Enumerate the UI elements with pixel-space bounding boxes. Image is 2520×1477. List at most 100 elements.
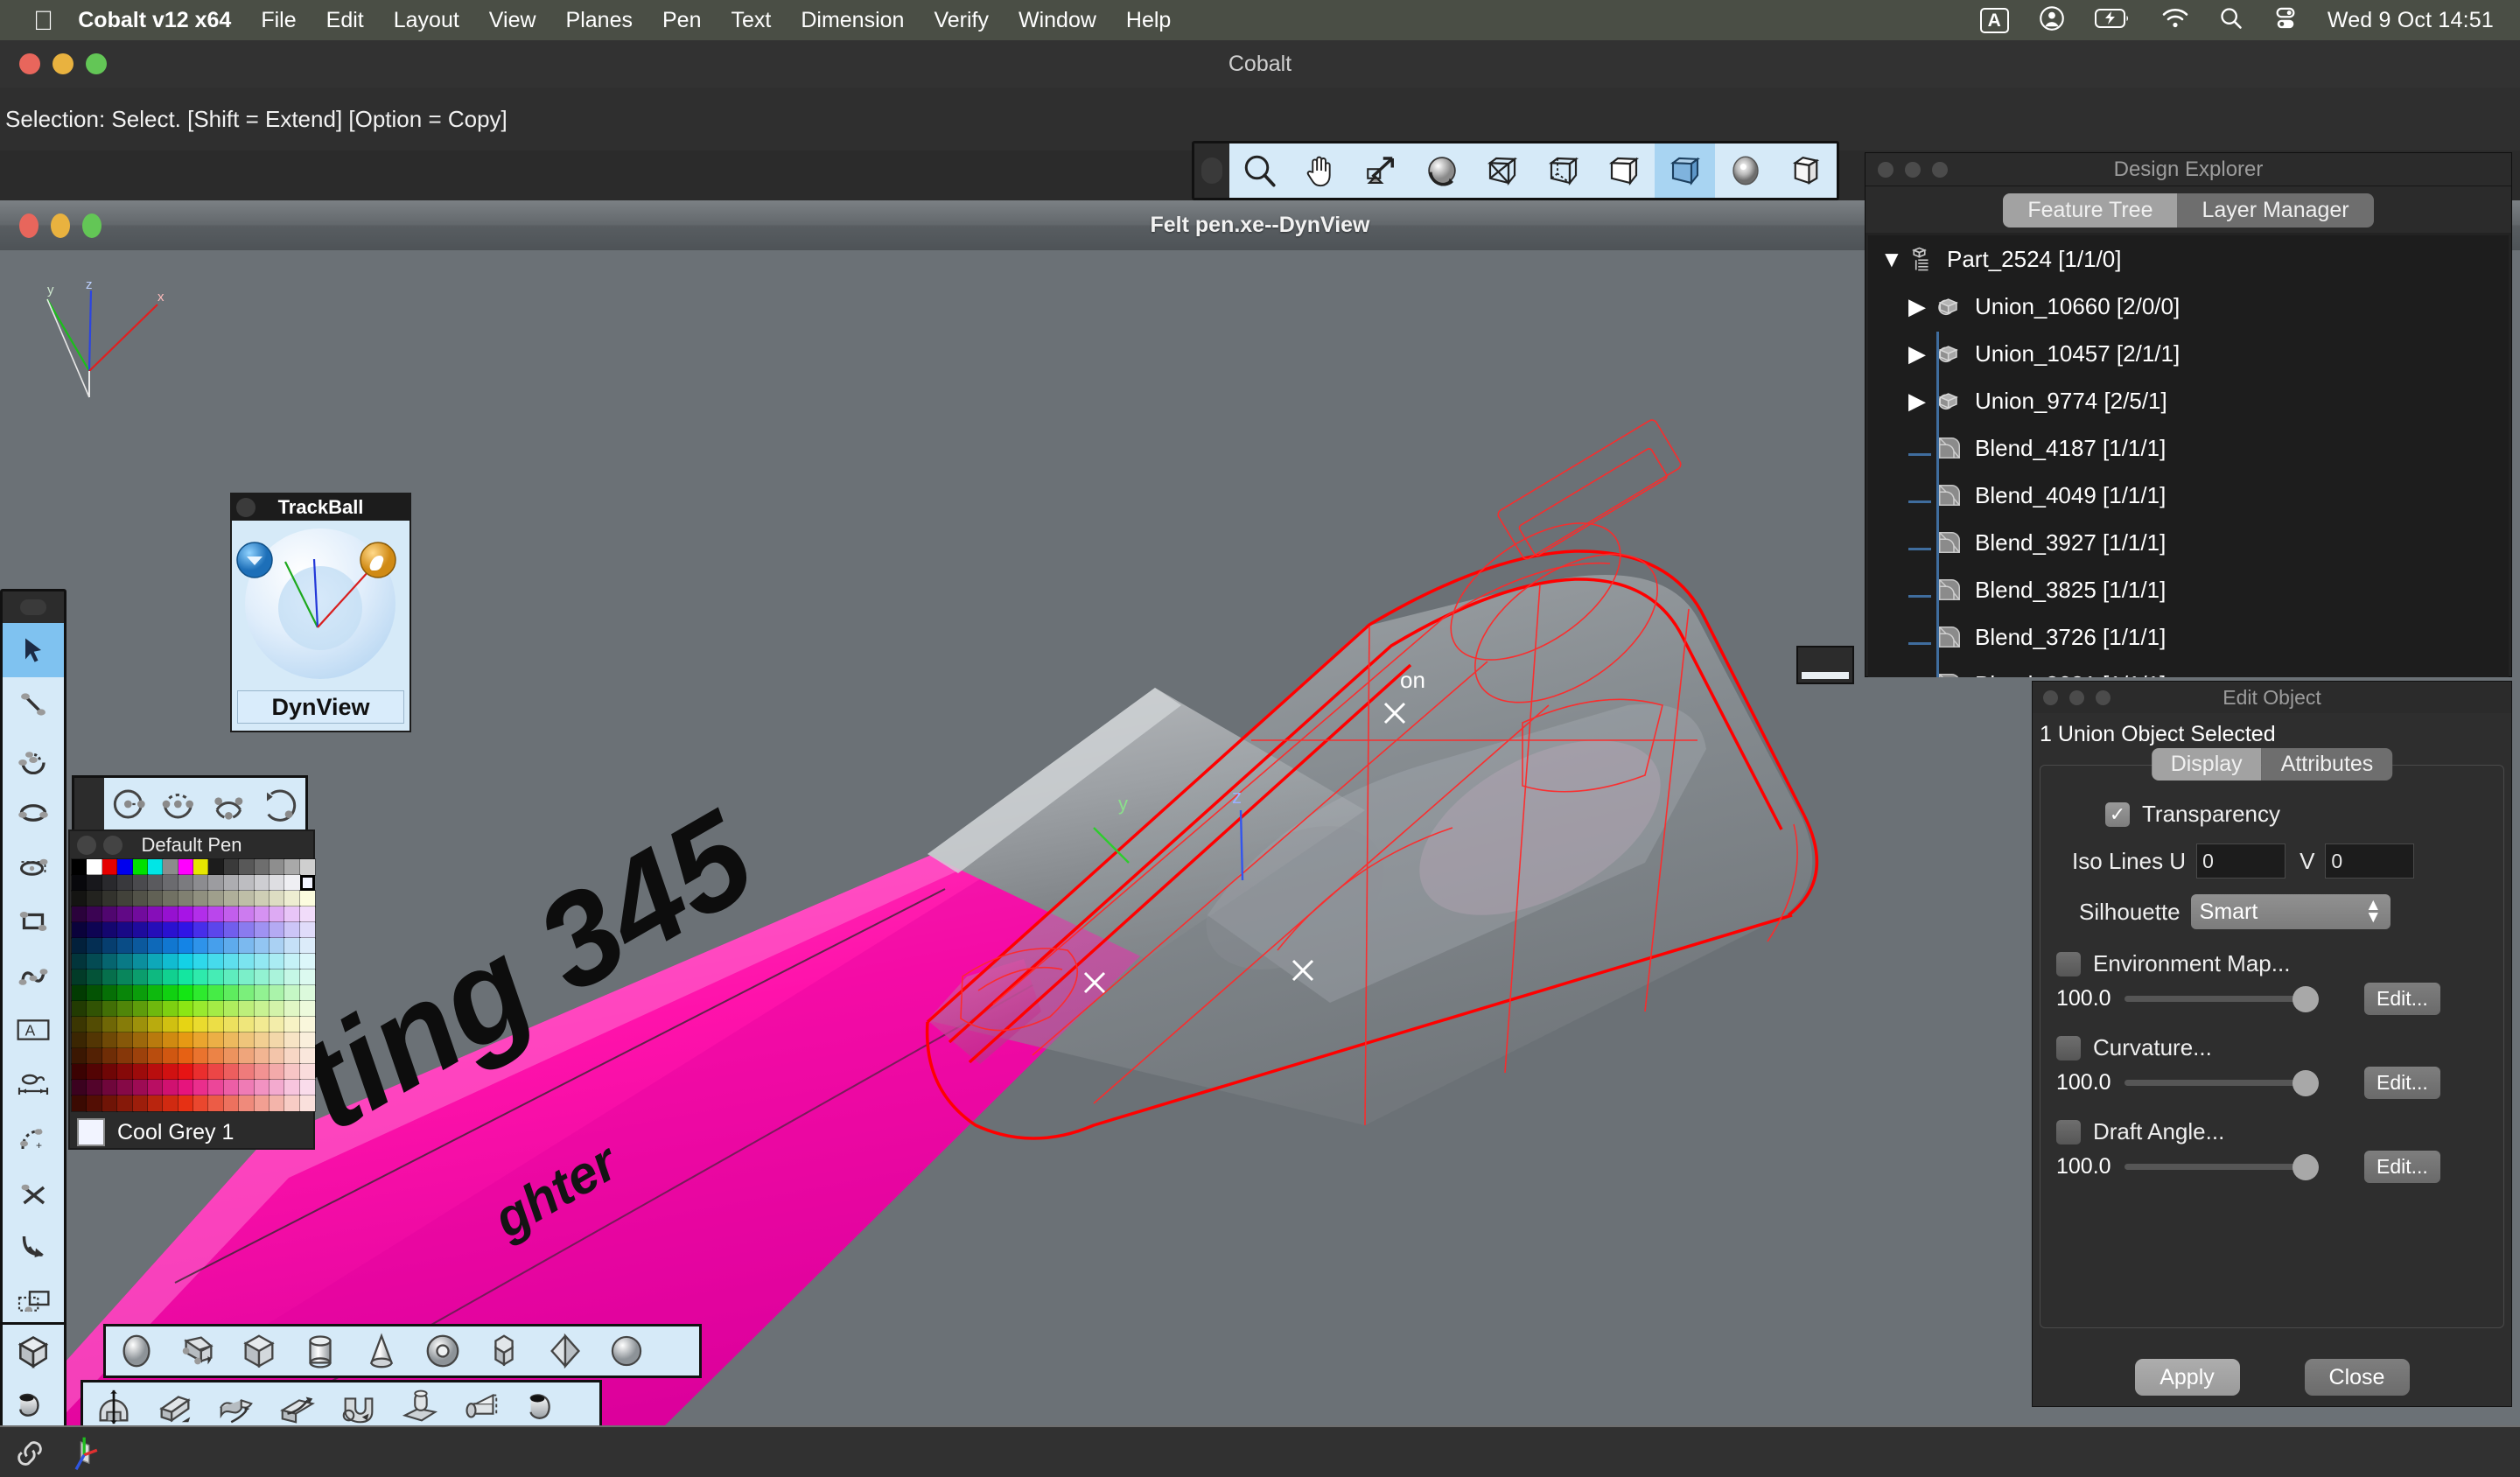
color-swatch[interactable] (207, 921, 225, 939)
color-swatch[interactable] (147, 969, 164, 986)
color-swatch[interactable] (269, 1000, 285, 1018)
color-swatch[interactable] (86, 1047, 103, 1065)
color-swatch[interactable] (131, 1063, 149, 1081)
close-button-edit-object[interactable]: Close (2304, 1359, 2410, 1396)
color-swatch[interactable] (299, 969, 316, 986)
color-swatch[interactable] (131, 858, 149, 876)
arc-tool-button[interactable] (3, 732, 64, 786)
draft-angle-slider-knob[interactable] (2292, 1154, 2319, 1180)
color-swatch[interactable] (207, 1095, 225, 1112)
color-swatch[interactable] (299, 1016, 316, 1033)
draft-angle-checkbox[interactable] (2056, 1119, 2081, 1144)
color-swatch[interactable] (238, 874, 256, 892)
menu-item-help[interactable]: Help (1126, 8, 1171, 33)
color-swatch[interactable] (71, 890, 88, 907)
menu-item-file[interactable]: File (261, 8, 296, 33)
color-swatch[interactable] (299, 984, 316, 1002)
color-swatch[interactable] (253, 937, 270, 955)
transparency-checkbox[interactable]: ✓ (2105, 802, 2130, 827)
color-swatch[interactable] (238, 1063, 256, 1081)
color-swatch[interactable] (86, 1095, 103, 1112)
color-swatch[interactable] (71, 1032, 88, 1049)
color-swatch[interactable] (116, 890, 134, 907)
pan-tool-button[interactable] (1290, 144, 1351, 198)
color-swatch[interactable] (269, 937, 285, 955)
color-swatch[interactable] (147, 890, 164, 907)
skin-icon[interactable] (267, 1382, 328, 1425)
protrusion-icon[interactable] (389, 1382, 451, 1425)
tab-display[interactable]: Display (2151, 748, 2262, 780)
color-swatch[interactable] (253, 1000, 270, 1018)
color-swatch[interactable] (207, 1047, 225, 1065)
color-swatch[interactable] (116, 1000, 134, 1018)
hidden-line-view-button[interactable] (1533, 144, 1594, 198)
color-swatch[interactable] (223, 1016, 240, 1033)
draft-angle-edit-button[interactable]: Edit... (2364, 1151, 2440, 1183)
menubar-clock[interactable]: Wed 9 Oct 14:51 (2328, 8, 2494, 33)
menu-item-window[interactable]: Window (1018, 8, 1096, 33)
color-swatch[interactable] (253, 874, 270, 892)
color-swatch[interactable] (299, 953, 316, 970)
color-swatch[interactable] (269, 1032, 285, 1049)
toolbar-drag-handle[interactable] (1194, 144, 1229, 198)
color-swatch[interactable] (86, 937, 103, 955)
tree-row[interactable]: ▼ Part_2524 [1/1/0] (1868, 235, 2509, 283)
color-swatch[interactable] (238, 1000, 256, 1018)
color-swatch[interactable] (253, 1032, 270, 1049)
color-swatch[interactable] (223, 953, 240, 970)
color-swatch[interactable] (207, 906, 225, 923)
tab-feature-tree[interactable]: Feature Tree (2003, 193, 2178, 228)
color-swatch[interactable] (207, 890, 225, 907)
snap-two-point-icon[interactable] (155, 778, 206, 830)
color-swatch[interactable] (192, 1047, 209, 1065)
color-swatch[interactable] (284, 890, 301, 907)
color-swatch[interactable] (71, 1000, 88, 1018)
torus-primitive-icon[interactable] (412, 1326, 473, 1376)
color-swatch[interactable] (86, 906, 103, 923)
color-swatch[interactable] (269, 1095, 285, 1112)
color-swatch[interactable] (284, 937, 301, 955)
color-swatch[interactable] (299, 890, 316, 907)
color-swatch[interactable] (284, 1063, 301, 1081)
color-swatch[interactable] (147, 858, 164, 876)
color-swatch[interactable] (253, 906, 270, 923)
color-swatch[interactable] (299, 1079, 316, 1096)
color-swatch[interactable] (238, 969, 256, 986)
color-swatch[interactable] (162, 890, 179, 907)
chevron-right-icon[interactable]: ▶ (1908, 293, 1931, 320)
color-swatch[interactable] (253, 1079, 270, 1096)
trackball-widget[interactable]: TrackBall DynView (230, 493, 411, 732)
color-swatch[interactable] (299, 921, 316, 939)
color-swatch[interactable] (131, 1032, 149, 1049)
offset-tool-button[interactable] (3, 1220, 64, 1274)
color-swatch[interactable] (147, 984, 164, 1002)
arc-palette-handle[interactable] (74, 778, 104, 830)
color-swatch[interactable] (178, 1016, 194, 1033)
hexagon-prism-icon[interactable] (473, 1326, 535, 1376)
color-swatch[interactable] (116, 1095, 134, 1112)
wedge-primitive-icon[interactable] (167, 1326, 228, 1376)
color-swatch[interactable] (207, 858, 225, 876)
color-swatch[interactable] (269, 921, 285, 939)
color-swatch[interactable] (284, 874, 301, 892)
color-swatch[interactable] (71, 1095, 88, 1112)
mini-floating-palette[interactable] (1796, 646, 1854, 684)
color-swatch[interactable] (147, 953, 164, 970)
select-tool-button[interactable] (3, 623, 64, 677)
color-swatch[interactable] (269, 906, 285, 923)
color-swatch[interactable] (299, 858, 316, 876)
color-swatch[interactable] (178, 937, 194, 955)
environment-map-slider[interactable] (2124, 986, 2319, 1012)
color-swatch[interactable] (162, 1079, 179, 1096)
color-swatch[interactable] (102, 1095, 118, 1112)
color-swatch[interactable] (284, 984, 301, 1002)
color-swatch[interactable] (269, 953, 285, 970)
color-swatch[interactable] (71, 984, 88, 1002)
color-swatch[interactable] (131, 1000, 149, 1018)
color-swatch[interactable] (178, 890, 194, 907)
color-swatch[interactable] (147, 874, 164, 892)
menu-item-dimension[interactable]: Dimension (801, 8, 904, 33)
color-swatch[interactable] (192, 969, 209, 986)
color-swatch[interactable] (131, 906, 149, 923)
environment-map-edit-button[interactable]: Edit... (2364, 983, 2440, 1015)
